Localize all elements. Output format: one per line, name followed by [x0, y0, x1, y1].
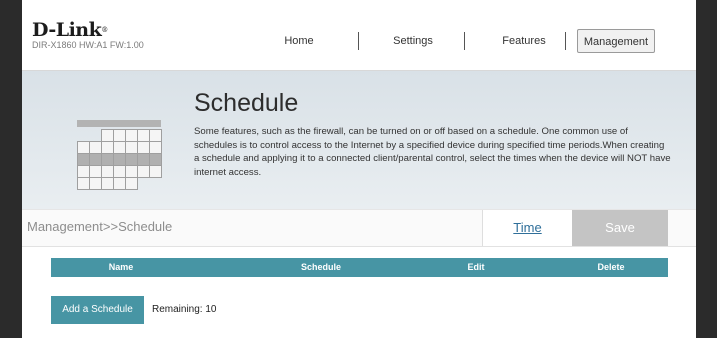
page: D-Link® DIR-X1860 HW:A1 FW:1.00 Home Set…	[22, 0, 696, 338]
column-header-delete: Delete	[597, 262, 625, 272]
page-title: Schedule	[194, 89, 299, 117]
page-description: Some features, such as the firewall, can…	[194, 126, 671, 178]
breadcrumb: Management>>Schedule	[27, 219, 173, 234]
nav-divider	[464, 32, 465, 50]
header: D-Link® DIR-X1860 HW:A1 FW:1.00 Home Set…	[22, 0, 696, 71]
nav-divider	[565, 32, 566, 50]
page-banner: Schedule Some features, such as the fire…	[22, 71, 696, 209]
column-header-name: Name	[108, 262, 134, 272]
remaining-count: Remaining: 10	[152, 304, 217, 315]
add-schedule-button[interactable]: Add a Schedule	[51, 296, 144, 324]
calendar-icon-cell	[125, 177, 138, 190]
save-button[interactable]: Save	[572, 210, 668, 246]
nav-management[interactable]: Management	[577, 29, 655, 53]
nav-divider	[358, 32, 359, 50]
nav-home[interactable]: Home	[264, 29, 334, 53]
calendar-icon-cell	[149, 165, 162, 178]
nav-settings[interactable]: Settings	[378, 29, 448, 53]
schedule-table-header: Name Schedule Edit Delete	[51, 258, 668, 277]
column-header-schedule: Schedule	[300, 262, 341, 272]
main-nav: Home Settings Features Management	[22, 29, 696, 53]
calendar-icon	[77, 120, 162, 190]
nav-features[interactable]: Features	[484, 29, 564, 53]
column-header-edit: Edit	[467, 262, 485, 272]
action-bar: Management>>Schedule Time Save	[22, 209, 696, 247]
time-link[interactable]: Time	[482, 210, 572, 246]
calendar-icon-header	[77, 120, 161, 127]
